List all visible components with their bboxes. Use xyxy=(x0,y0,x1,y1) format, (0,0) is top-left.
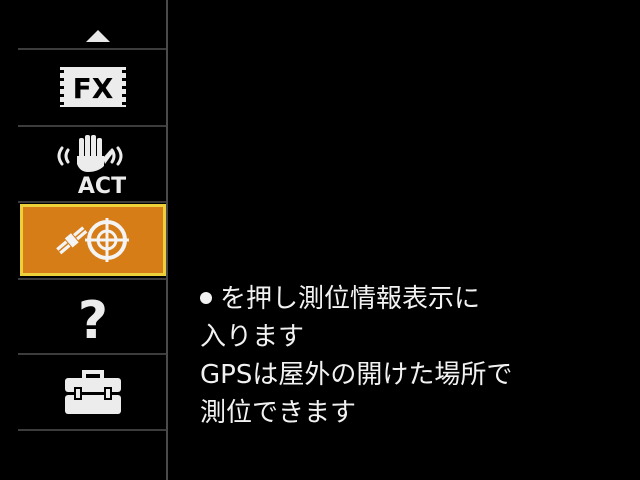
help-line: を押し測位情報表示に xyxy=(200,280,620,318)
fx-filter-icon: FX xyxy=(60,67,126,107)
image-stabilizer-act-icon: ACT xyxy=(57,135,126,196)
help-line-text: を押し測位情報表示に xyxy=(220,284,481,314)
sidebar-divider xyxy=(18,125,166,127)
sidebar-divider xyxy=(18,429,166,431)
sidebar-item-gps[interactable] xyxy=(20,204,166,276)
help-line: 入ります xyxy=(200,322,305,352)
sidebar-item-tools[interactable] xyxy=(20,356,166,428)
scroll-up-arrow-icon[interactable] xyxy=(86,30,110,42)
sidebar-divider xyxy=(18,48,166,50)
sidebar-divider xyxy=(18,278,166,280)
sidebar-item-fx[interactable]: FX xyxy=(20,51,166,123)
toolbox-icon xyxy=(65,370,121,414)
help-text: を押し測位情報表示に 入ります GPSは屋外の開けた場所で 測位できます xyxy=(200,280,620,432)
button-bullet-icon xyxy=(200,292,212,304)
menu-sidebar: FX ACT ? xyxy=(0,0,168,480)
help-line: GPSは屋外の開けた場所で xyxy=(200,360,513,390)
sidebar-item-stabilizer[interactable]: ACT xyxy=(20,128,166,200)
sidebar-separator xyxy=(166,0,168,480)
sidebar-divider xyxy=(18,201,166,203)
help-icon: ? xyxy=(78,291,108,346)
act-label: ACT xyxy=(78,174,126,196)
help-line: 測位できます xyxy=(200,398,357,428)
gps-satellite-icon xyxy=(56,218,129,262)
sidebar-item-help[interactable]: ? xyxy=(20,281,166,353)
camera-menu-screen: FX ACT ? を押し測位情報表示に 入ります GPSは屋外の開けた場所で 測… xyxy=(0,0,640,480)
sidebar-divider xyxy=(18,353,166,355)
help-label: ? xyxy=(78,291,108,346)
fx-label: FX xyxy=(73,72,114,105)
